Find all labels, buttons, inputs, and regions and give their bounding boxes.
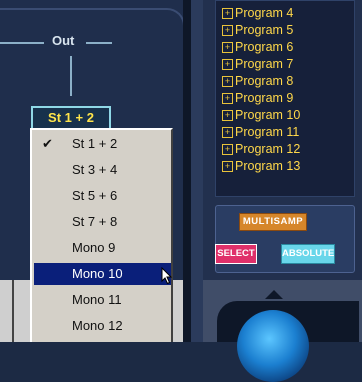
menu-item-mono-12[interactable]: Mono 12 [34, 315, 171, 337]
expand-plus-icon: + [222, 93, 233, 104]
menu-item-label: St 3 + 4 [72, 162, 118, 177]
program-label: Program 5 [235, 23, 294, 37]
program-item[interactable]: + Program 4 [222, 5, 293, 21]
program-item[interactable]: + Program 12 [222, 141, 300, 157]
expand-plus-icon: + [222, 8, 233, 19]
check-icon: ✔ [42, 136, 53, 151]
program-item[interactable]: + Program 8 [222, 73, 293, 89]
program-list[interactable]: + Program 4 + Program 5 + Program 6 + Progra… [215, 0, 355, 197]
program-label: Program 9 [235, 91, 294, 105]
menu-item-label: St 5 + 6 [72, 188, 118, 203]
program-item[interactable]: + Program 10 [222, 107, 300, 123]
menu-item-mono-9[interactable]: Mono 9 [34, 237, 171, 259]
program-item[interactable]: + Program 9 [222, 90, 293, 106]
panel-divider-bevel [191, 0, 203, 342]
menu-item-label: Mono 12 [72, 318, 123, 333]
out-connector-line [0, 42, 44, 44]
program-label: Program 7 [235, 57, 294, 71]
expand-plus-icon: + [222, 76, 233, 87]
key-divider [12, 280, 14, 342]
knob-indicator-notch [265, 290, 283, 299]
program-item[interactable]: + Program 13 [222, 158, 300, 174]
select-button[interactable]: SELECT [215, 244, 257, 264]
menu-item-label: Mono 9 [72, 240, 116, 255]
menu-item-label: St 1 + 2 [72, 136, 118, 151]
program-panel: + Program 4 + Program 5 + Program 6 + Progra… [203, 0, 362, 382]
menu-item-st-5-6[interactable]: St 5 + 6 [34, 185, 171, 207]
program-item[interactable]: + Program 7 [222, 56, 293, 72]
out-connector-vertical [70, 56, 72, 96]
menu-item-label: Mono 11 [72, 292, 122, 307]
program-item[interactable]: + Program 5 [222, 22, 293, 38]
program-label: Program 11 [235, 125, 300, 139]
expand-plus-icon: + [222, 144, 233, 155]
out-connector-line-right [86, 42, 112, 44]
expand-plus-icon: + [222, 161, 233, 172]
program-label: Program 6 [235, 40, 294, 54]
absolute-button[interactable]: ABSOLUTE [281, 244, 335, 264]
program-item[interactable]: + Program 11 [222, 124, 299, 140]
multisamp-button[interactable]: MULTISAMP [239, 213, 307, 231]
expand-plus-icon: + [222, 59, 233, 70]
menu-item-mono-10[interactable]: Mono 10 [34, 263, 173, 285]
menu-item-st-7-8[interactable]: St 7 + 8 [34, 211, 171, 233]
expand-plus-icon: + [222, 25, 233, 36]
expand-plus-icon: + [222, 110, 233, 121]
out-label: Out [52, 33, 75, 48]
expand-plus-icon: + [222, 42, 233, 53]
program-label: Program 4 [235, 6, 294, 20]
program-label: Program 12 [235, 142, 301, 156]
panel-divider [183, 0, 191, 342]
program-label: Program 10 [235, 108, 301, 122]
expand-plus-icon: + [222, 127, 233, 138]
output-dropdown-menu[interactable]: ✔ St 1 + 2 St 3 + 4 St 5 + 6 St 7 + 8 Mo… [30, 128, 173, 342]
value-knob[interactable] [237, 310, 309, 382]
menu-item-label: Mono 10 [72, 266, 123, 281]
menu-item-mono-11[interactable]: Mono 11 [34, 289, 171, 311]
menu-item-st-1-2[interactable]: ✔ St 1 + 2 [34, 133, 171, 155]
program-label: Program 8 [235, 74, 294, 88]
program-item[interactable]: + Program 6 [222, 39, 293, 55]
menu-item-label: St 7 + 8 [72, 214, 118, 229]
menu-item-st-3-4[interactable]: St 3 + 4 [34, 159, 171, 181]
program-label: Program 13 [235, 159, 301, 173]
output-select-box[interactable]: St 1 + 2 [31, 106, 111, 130]
mouse-cursor-icon [161, 267, 173, 285]
